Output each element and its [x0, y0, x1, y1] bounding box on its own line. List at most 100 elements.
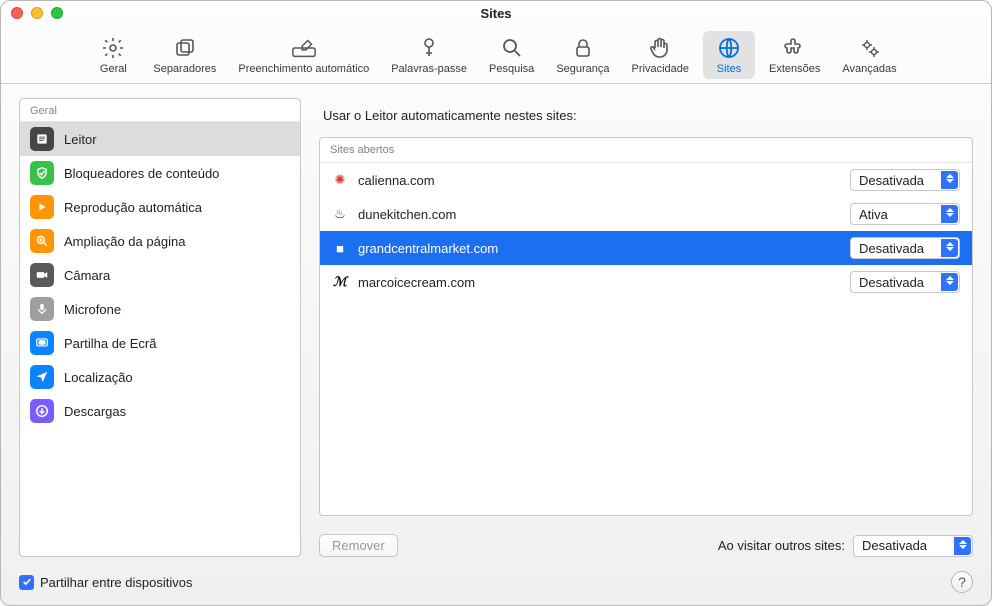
tab-extensions[interactable]: Extensões: [761, 31, 828, 79]
table-section-header: Sites abertos: [320, 138, 972, 163]
preferences-toolbar: Geral Separadores Preenchimento automáti…: [1, 25, 991, 84]
preferences-window: Sites Geral Separadores Preenchimento au…: [0, 0, 992, 606]
tab-websites[interactable]: Sites: [703, 31, 755, 79]
sidebar-item-page-zoom[interactable]: Ampliação da página: [20, 224, 300, 258]
tab-label: Palavras-passe: [391, 63, 467, 75]
search-icon: [499, 35, 525, 61]
gear-icon: [100, 35, 126, 61]
tab-passwords[interactable]: Palavras-passe: [383, 31, 475, 79]
sidebar-item-location[interactable]: Localização: [20, 360, 300, 394]
chevron-updown-icon: [959, 540, 968, 552]
sidebar-item-label: Reprodução automática: [64, 200, 202, 215]
lock-icon: [570, 35, 596, 61]
sidebar-item-label: Descargas: [64, 404, 126, 419]
sidebar-item-label: Microfone: [64, 302, 121, 317]
sidebar-item-microphone[interactable]: Microfone: [20, 292, 300, 326]
gears-icon: [857, 35, 883, 61]
chevron-updown-icon: [946, 208, 955, 220]
site-setting-select[interactable]: Desativada: [850, 271, 960, 293]
sidebar-item-label: Localização: [64, 370, 133, 385]
site-row[interactable]: ■ grandcentralmarket.com Desativada: [320, 231, 972, 265]
sidebar-item-label: Partilha de Ecrã: [64, 336, 157, 351]
other-sites-select[interactable]: Desativada: [853, 535, 973, 557]
site-domain: marcoicecream.com: [358, 275, 840, 290]
sidebar-item-label: Ampliação da página: [64, 234, 185, 249]
site-setting-select[interactable]: Ativa: [850, 203, 960, 225]
pencil-box-icon: [291, 35, 317, 61]
window-title: Sites: [1, 6, 991, 21]
checkbox-label: Partilhar entre dispositivos: [40, 575, 192, 590]
sidebar-item-label: Leitor: [64, 132, 97, 147]
tab-label: Privacidade: [632, 63, 689, 75]
titlebar: Sites: [1, 1, 991, 25]
sidebar-item-autoplay[interactable]: Reprodução automática: [20, 190, 300, 224]
site-domain: dunekitchen.com: [358, 207, 840, 222]
tab-label: Sites: [717, 63, 741, 75]
tab-privacy[interactable]: Privacidade: [624, 31, 697, 79]
tab-autofill[interactable]: Preenchimento automático: [230, 31, 377, 79]
sidebar-item-camera[interactable]: Câmara: [20, 258, 300, 292]
hand-icon: [647, 35, 673, 61]
detail-pane: Usar o Leitor automaticamente nestes sit…: [319, 98, 973, 557]
tab-advanced[interactable]: Avançadas: [834, 31, 904, 79]
tab-general[interactable]: Geral: [87, 31, 139, 79]
globe-icon: [716, 35, 742, 61]
shield-check-icon: [30, 161, 54, 185]
site-row[interactable]: ✺ calienna.com Desativada: [320, 163, 972, 197]
microphone-icon: [30, 297, 54, 321]
sidebar-item-label: Bloqueadores de conteúdo: [64, 166, 219, 181]
location-icon: [30, 365, 54, 389]
site-row[interactable]: ♨ dunekitchen.com Ativa: [320, 197, 972, 231]
chevron-updown-icon: [946, 276, 955, 288]
other-sites-control: Ao visitar outros sites: Desativada: [718, 535, 973, 557]
tab-label: Avançadas: [842, 63, 896, 75]
table-footer: Remover Ao visitar outros sites: Desativ…: [319, 526, 973, 557]
favicon: ■: [332, 240, 348, 256]
tab-label: Segurança: [556, 63, 609, 75]
tab-label: Preenchimento automático: [238, 63, 369, 75]
site-domain: calienna.com: [358, 173, 840, 188]
zoom-icon: [30, 229, 54, 253]
sidebar-item-downloads[interactable]: Descargas: [20, 394, 300, 428]
remove-button[interactable]: Remover: [319, 534, 398, 557]
tab-label: Geral: [100, 63, 127, 75]
chevron-updown-icon: [946, 242, 955, 254]
site-setting-select[interactable]: Desativada: [850, 169, 960, 191]
favicon: ℳ: [332, 274, 348, 290]
share-across-devices-checkbox[interactable]: Partilhar entre dispositivos: [19, 575, 192, 590]
play-icon: [30, 195, 54, 219]
help-button[interactable]: ?: [951, 571, 973, 593]
other-sites-label: Ao visitar outros sites:: [718, 538, 845, 553]
site-setting-select[interactable]: Desativada: [850, 237, 960, 259]
sites-table: Sites abertos ✺ calienna.com Desativada …: [319, 137, 973, 516]
tab-tabs[interactable]: Separadores: [145, 31, 224, 79]
sidebar-item-reader[interactable]: Leitor: [20, 122, 300, 156]
sidebar-section-header: Geral: [20, 99, 300, 122]
sidebar-item-label: Câmara: [64, 268, 110, 283]
puzzle-icon: [782, 35, 808, 61]
pane-heading: Usar o Leitor automaticamente nestes sit…: [319, 98, 973, 127]
checkbox-checked-icon: [19, 575, 34, 590]
favicon: ♨: [332, 206, 348, 222]
favicon: ✺: [332, 172, 348, 188]
screen-share-icon: [30, 331, 54, 355]
download-icon: [30, 399, 54, 423]
table-rows: ✺ calienna.com Desativada ♨ dunekitchen.…: [320, 163, 972, 515]
window-footer: Partilhar entre dispositivos ?: [1, 567, 991, 605]
tab-security[interactable]: Segurança: [548, 31, 617, 79]
tab-label: Separadores: [153, 63, 216, 75]
sidebar-item-screen-sharing[interactable]: Partilha de Ecrã: [20, 326, 300, 360]
content-area: Geral Leitor Bloqueadores de conteúdo Re…: [1, 84, 991, 567]
tab-label: Extensões: [769, 63, 820, 75]
key-icon: [416, 35, 442, 61]
settings-sidebar: Geral Leitor Bloqueadores de conteúdo Re…: [19, 98, 301, 557]
reader-icon: [30, 127, 54, 151]
help-icon: ?: [958, 574, 966, 590]
sidebar-item-content-blockers[interactable]: Bloqueadores de conteúdo: [20, 156, 300, 190]
site-row[interactable]: ℳ marcoicecream.com Desativada: [320, 265, 972, 299]
tab-search[interactable]: Pesquisa: [481, 31, 542, 79]
camera-icon: [30, 263, 54, 287]
site-domain: grandcentralmarket.com: [358, 241, 840, 256]
chevron-updown-icon: [946, 174, 955, 186]
sidebar-list: Leitor Bloqueadores de conteúdo Reproduç…: [20, 122, 300, 556]
